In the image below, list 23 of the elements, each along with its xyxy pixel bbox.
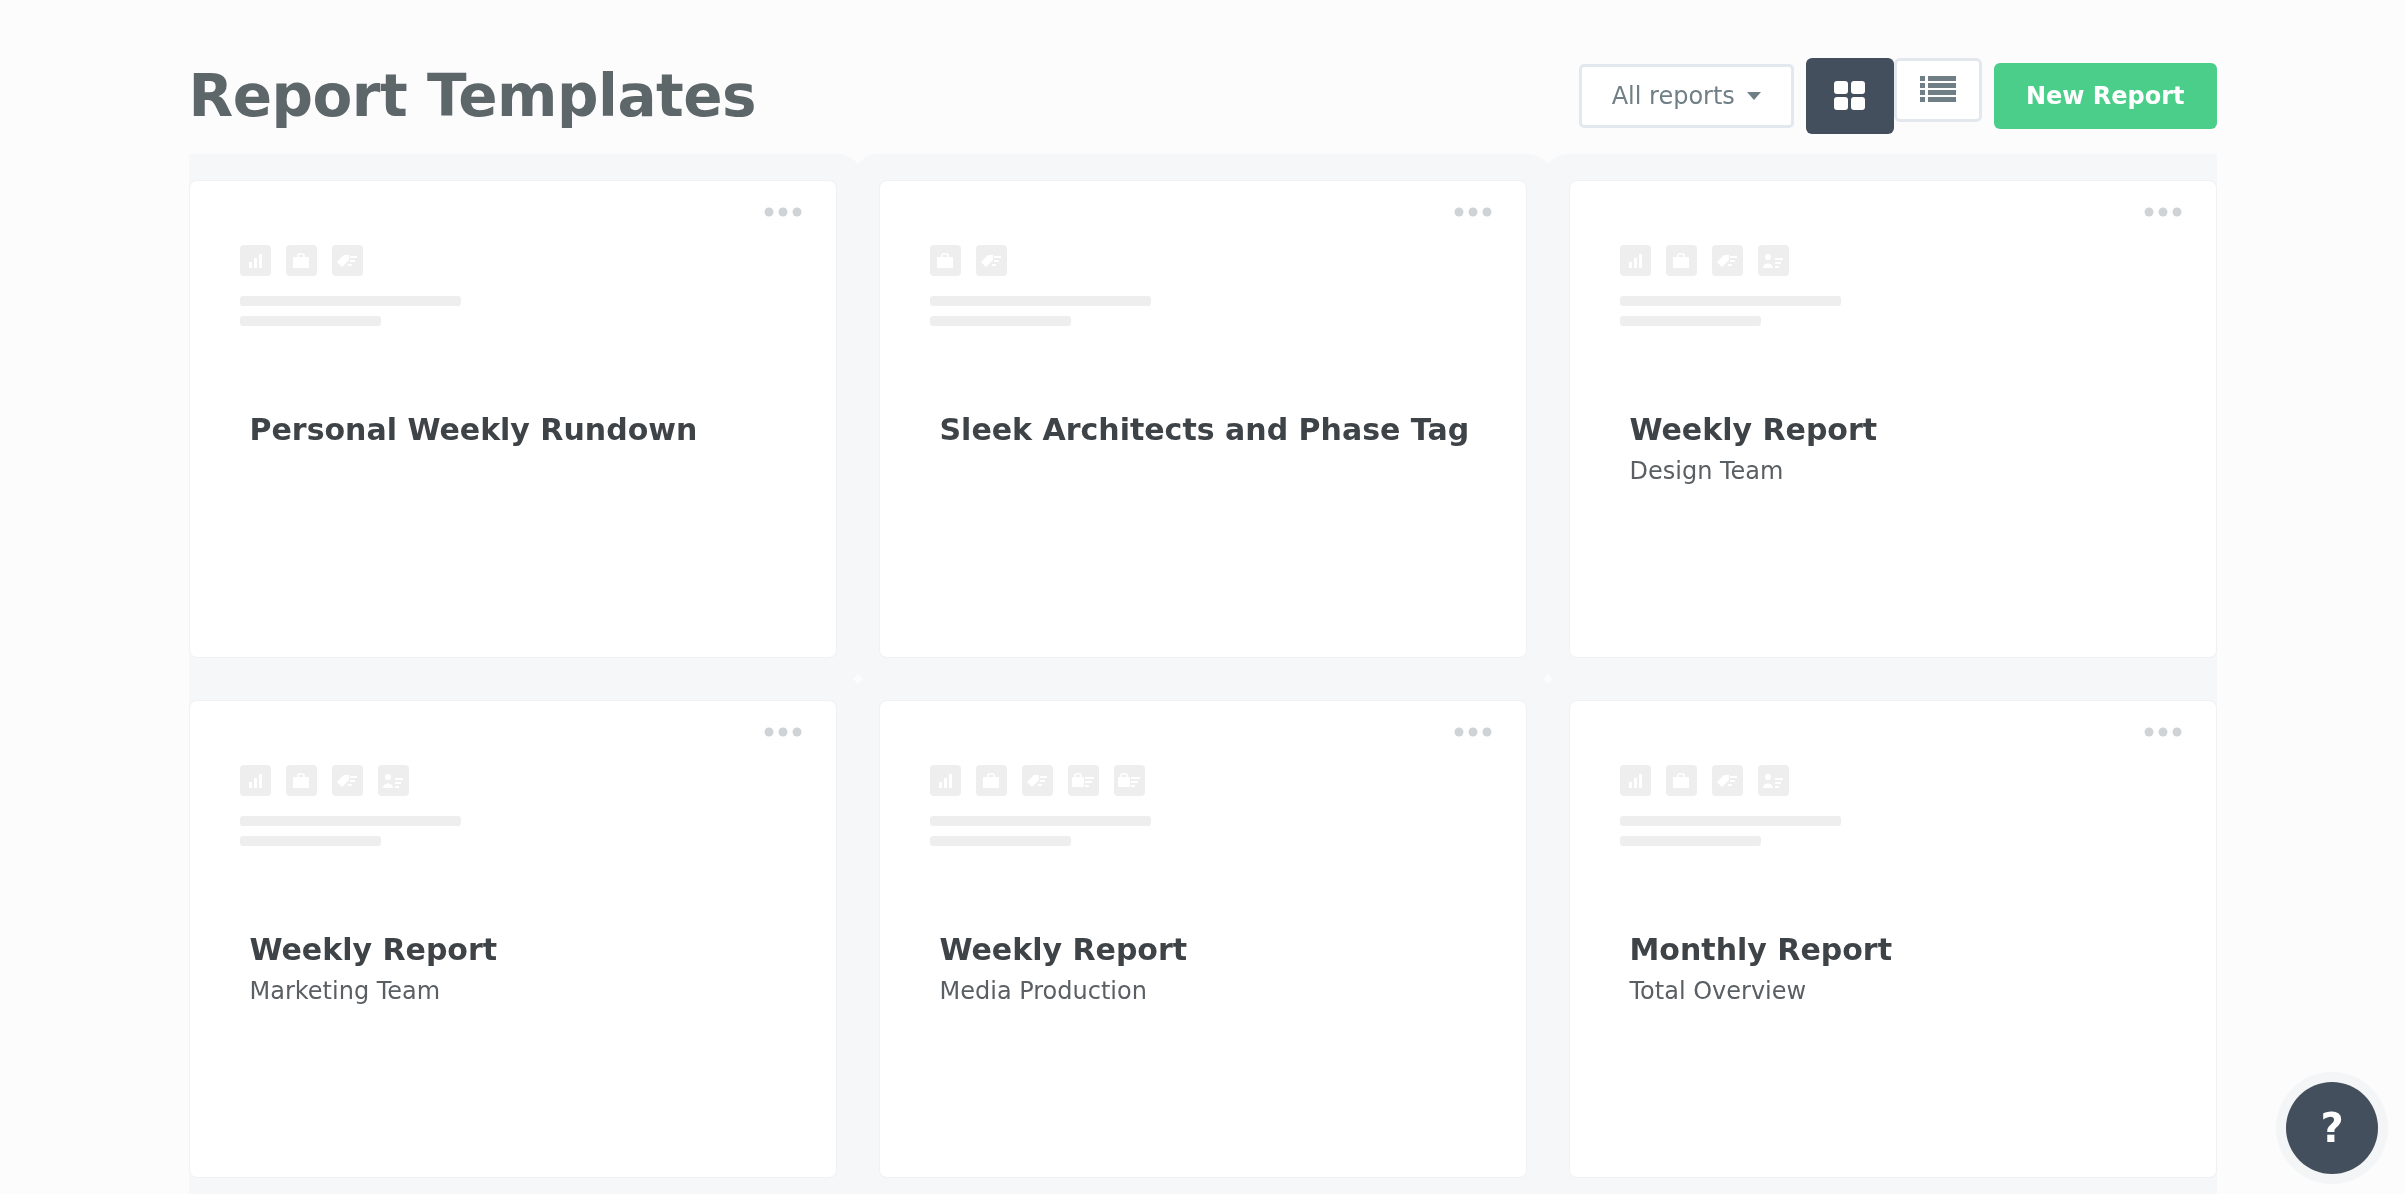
list-view-button[interactable] <box>1893 58 1982 122</box>
grid-view-icon <box>1833 81 1866 111</box>
card-title: Monthly Report <box>1628 932 1893 967</box>
card-title: Weekly Report <box>938 932 1189 967</box>
more-options-icon[interactable] <box>1453 727 1492 737</box>
more-options-icon[interactable] <box>2143 207 2182 217</box>
filter-dropdown[interactable]: All reports <box>1578 64 1794 128</box>
card-subtitle: Total Overview <box>1628 977 1808 1005</box>
card-subtitle: Design Team <box>1628 457 1785 485</box>
card-subtitle: Marketing Team <box>248 977 442 1005</box>
grid-view-button[interactable] <box>1805 58 1894 134</box>
card-title: Weekly Report <box>248 932 499 967</box>
card-title: Sleek Architects and Phase Tag <box>938 412 1471 447</box>
more-options-icon[interactable] <box>763 727 802 737</box>
more-options-icon[interactable] <box>763 207 802 217</box>
page-title: Report Templates <box>188 62 757 130</box>
card-title: Weekly Report <box>1628 412 1879 447</box>
more-options-icon[interactable] <box>1453 207 1492 217</box>
more-options-icon[interactable] <box>2143 727 2182 737</box>
list-view-icon <box>1919 76 1956 104</box>
card-subtitle: Media Production <box>938 977 1148 1005</box>
caret-icon <box>1746 92 1761 100</box>
card-title: Personal Weekly Rundown <box>248 412 699 447</box>
